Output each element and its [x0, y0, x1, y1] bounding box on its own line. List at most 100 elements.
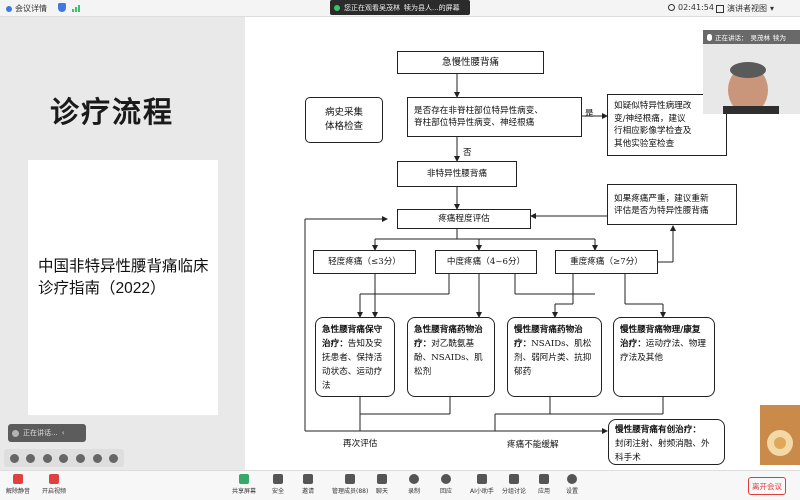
participant-thumbnail[interactable] [760, 405, 800, 465]
settings-button[interactable]: 设置 [566, 474, 578, 495]
chat-icon [377, 474, 387, 484]
manage-members-label: 管理成员(88) [332, 488, 369, 495]
capture-icon[interactable] [59, 453, 69, 463]
record-icon [409, 474, 419, 484]
shield-icon [58, 3, 66, 12]
slide-card-text: 中国非特异性腰背痛临床诊疗指南（2022） [38, 258, 209, 297]
start-video-button[interactable]: 开启视频 [42, 474, 66, 495]
speaker-video[interactable]: 正在讲话： 吴茂林 犊为 [703, 30, 800, 114]
bottom-toolbar: 解除静音 开启视频 共享屏幕 安全 邀请 管理成员(88) 聊天 录制 回应 A… [0, 470, 800, 500]
slide-left-panel: 诊疗流程 中国非特异性腰背痛临床诊疗指南（2022） 正在讲话... ‹ [0, 17, 245, 470]
apps-label: 应用 [538, 488, 551, 495]
speaker-name: 吴茂林 [750, 34, 771, 42]
slide-title: 诊疗流程 [50, 95, 175, 129]
unmute-label: 解除静音 [6, 488, 31, 495]
speaker-label: 正在讲话： 吴茂林 犊为 [703, 30, 800, 44]
clock: 02:41:54 [668, 3, 714, 12]
node-pain-assessment: 疼痛程度评估 [397, 209, 531, 229]
label-not-relieved: 疼痛不能缓解 [507, 440, 559, 450]
node-acute-conservative: 急性腰背痛保守治疗：告知及安抚患者、保持活动状态、运动疗法 [315, 317, 395, 397]
shared-slide: 诊疗流程 中国非特异性腰背痛临床诊疗指南（2022） 正在讲话... ‹ 急慢性… [0, 17, 800, 470]
invite-icon [303, 474, 313, 484]
node-nonspecific-pain: 非特异性腰背痛 [397, 161, 517, 187]
node-mild-pain-label: 轻度疼痛（≤3分） [328, 257, 401, 267]
node-acute-drug: 急性腰背痛药物治疗：对乙酰氨基酚、NSAIDs、肌松剂 [407, 317, 495, 397]
node-moderate-pain: 中度疼痛（4~6分） [435, 250, 537, 274]
node-severe-note: 如果疼痛严重，建议重新 评估是否为特异性腰背痛 [607, 184, 737, 225]
flowchart: 急慢性腰背痛 病史采集 体格检查 是否存在非脊柱部位特异性病变、 脊柱部位特异性… [285, 34, 755, 467]
pen-icon[interactable] [42, 453, 52, 463]
top-bar: 会议详情 您正在观看吴茂林 犊为县人...的屏幕 02:41:54 演讲者视图 … [0, 0, 800, 17]
record-icon[interactable] [76, 453, 86, 463]
meeting-details-button[interactable]: 会议详情 [6, 3, 47, 14]
mic-off-icon [13, 474, 23, 484]
meeting-status-icon [6, 5, 12, 12]
next-icon[interactable] [26, 453, 36, 463]
apps-icon [539, 474, 549, 484]
manage-members-button[interactable]: 管理成员(88) [332, 474, 368, 495]
security-button[interactable]: 安全 [272, 474, 284, 495]
record-button[interactable]: 录制 [408, 474, 420, 495]
node-imaging-recommendation-label: 如疑似特异性病理改 变/神经根痛，建议 行相应影像学检查及 其他实验室检查 [614, 101, 692, 149]
label-no: 否 [463, 148, 472, 158]
node-invasive-treatment-title: 慢性腰背痛有创治疗： [615, 425, 701, 435]
gear-icon [567, 474, 577, 484]
breakout-button[interactable]: 分组讨论 [502, 474, 526, 495]
security-icon [273, 474, 283, 484]
ai-assistant-button[interactable]: AI小助手 [470, 474, 494, 495]
speaker-label-prefix: 正在讲话： [715, 34, 748, 42]
node-acute-chronic-pain: 急慢性腰背痛 [397, 51, 544, 74]
reactions-button[interactable]: 回应 [440, 474, 452, 495]
chat-label: 聊天 [376, 488, 389, 495]
presenter-view-button[interactable]: 演讲者视图 ▾ [716, 3, 774, 14]
speaker-extra: 犊为 [773, 34, 786, 42]
participant-thumbnail-image [760, 405, 800, 465]
unmute-button[interactable]: 解除静音 [6, 474, 30, 495]
chevron-down-icon: ▾ [770, 4, 775, 13]
signal-indicator[interactable] [72, 3, 82, 12]
speaking-indicator-label: 正在讲话... [23, 429, 58, 437]
chevron-left-icon: ‹ [61, 429, 65, 437]
node-acute-chronic-pain-label: 急慢性腰背痛 [441, 56, 499, 68]
speaking-indicator[interactable]: 正在讲话... ‹ [8, 424, 86, 442]
node-specific-question: 是否存在非脊柱部位特异性病变、 脊柱部位特异性病变、神经根痛 [407, 97, 582, 137]
node-invasive-treatment: 慢性腰背痛有创治疗： 封闭注射、射频消融、外科手术 [608, 419, 725, 465]
record-label: 录制 [408, 488, 421, 495]
meeting-window: 会议详情 您正在观看吴茂林 犊为县人...的屏幕 02:41:54 演讲者视图 … [0, 0, 800, 500]
clock-time: 02:41:54 [678, 3, 714, 12]
node-severe-note-label: 如果疼痛严重，建议重新 评估是否为特异性腰背痛 [614, 193, 709, 216]
invite-button[interactable]: 邀请 [302, 474, 314, 495]
prev-icon[interactable] [9, 453, 19, 463]
chat-button[interactable]: 聊天 [376, 474, 388, 495]
members-icon [345, 474, 356, 484]
sharing-banner[interactable]: 您正在观看吴茂林 犊为县人...的屏幕 [330, 0, 470, 15]
breakout-label: 分组讨论 [502, 488, 527, 495]
clock-icon [668, 4, 675, 11]
reaction-icon [441, 474, 451, 484]
node-moderate-pain-label: 中度疼痛（4~6分） [446, 257, 526, 267]
label-reassess: 再次评估 [343, 439, 378, 449]
node-chronic-drug: 慢性腰背痛药物治疗：NSAIDs、肌松剂、弱阿片类、抗抑郁药 [507, 317, 602, 397]
share-screen-button[interactable]: 共享屏幕 [232, 474, 256, 495]
security-badge[interactable] [58, 3, 66, 12]
camera-off-icon [49, 474, 59, 484]
sharing-status: 您正在观看吴茂林 [344, 3, 400, 12]
ai-icon [476, 474, 487, 484]
share-screen-icon [239, 474, 249, 484]
apps-button[interactable]: 应用 [538, 474, 550, 495]
node-mild-pain: 轻度疼痛（≤3分） [313, 250, 416, 274]
node-nonspecific-pain-label: 非特异性腰背痛 [426, 169, 488, 179]
presenter-view-label: 演讲者视图 [727, 4, 767, 13]
leave-meeting-button[interactable]: 离开会议 [748, 477, 786, 495]
settings-label: 设置 [566, 488, 579, 495]
node-severe-pain: 重度疼痛（≥7分） [555, 250, 658, 274]
delete-icon[interactable] [92, 453, 102, 463]
slide-card: 中国非特异性腰背痛临床诊疗指南（2022） [28, 160, 218, 415]
more-icon[interactable] [109, 453, 119, 463]
sharing-dot-icon [334, 4, 340, 11]
breakout-icon [509, 474, 519, 484]
sharing-target: 犊为县人...的屏幕 [404, 3, 460, 12]
signal-icon [72, 5, 80, 12]
ai-assistant-label: AI小助手 [470, 488, 494, 495]
grid-icon [716, 4, 724, 13]
